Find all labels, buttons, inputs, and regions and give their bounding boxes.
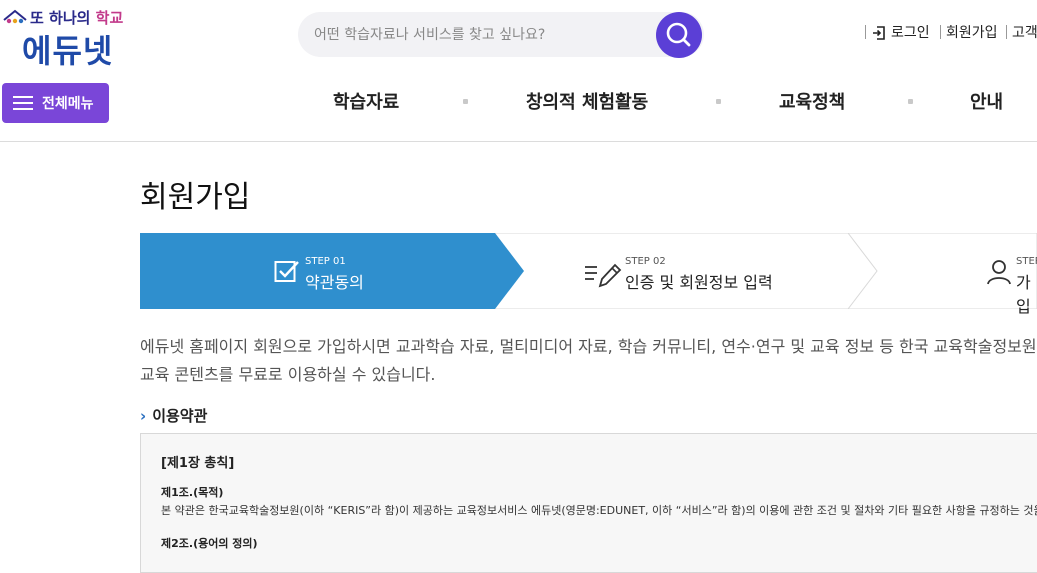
logo-tagline-highlight: 학교 bbox=[95, 9, 124, 27]
util-divider bbox=[940, 25, 941, 39]
terms-article-2-title: 제2조.(용어의 정의) bbox=[161, 537, 258, 550]
edit-icon bbox=[585, 263, 622, 288]
logo-tagline-prefix: 또 하나의 bbox=[30, 9, 96, 27]
terms-heading-label: 이용약관 bbox=[152, 407, 208, 425]
search-input[interactable]: 어떤 학습자료나 서비스를 찾고 싶나요? bbox=[314, 24, 545, 44]
hamburger-icon bbox=[13, 96, 33, 110]
step-1-label: 약관동의 bbox=[305, 273, 364, 292]
checkbox-icon bbox=[274, 261, 299, 282]
terms-heading: › 이용약관 bbox=[140, 405, 207, 426]
step-2-label: 인증 및 회원정보 입력 bbox=[625, 273, 773, 292]
nav-separator bbox=[463, 99, 468, 104]
step-3-label: 가입 bbox=[1016, 273, 1031, 316]
nav-item-activities[interactable]: 창의적 체험활동 bbox=[526, 88, 648, 114]
search-button[interactable] bbox=[656, 12, 702, 58]
step-2-number: STEP 02 bbox=[625, 256, 666, 267]
nav-item-learning[interactable]: 학습자료 bbox=[333, 88, 399, 114]
nav-separator bbox=[908, 99, 913, 104]
logo[interactable]: 에듀넷 bbox=[22, 26, 113, 72]
nav-separator bbox=[716, 99, 721, 104]
login-icon bbox=[873, 26, 885, 40]
step-1-number: STEP 01 bbox=[305, 256, 346, 267]
nav-item-guide[interactable]: 안내 bbox=[970, 88, 1003, 114]
login-link[interactable]: 로그인 bbox=[891, 22, 930, 42]
all-menu-button[interactable]: 전체메뉴 bbox=[2, 83, 109, 123]
util-divider bbox=[1006, 25, 1007, 39]
header-divider bbox=[0, 141, 1037, 142]
intro-text: 에듀넷 홈페이지 회원으로 가입하시면 교과학습 자료, 멀티미디어 자료, 학… bbox=[140, 333, 1037, 389]
terms-chapter: [제1장 총칙] bbox=[161, 456, 235, 471]
search-icon bbox=[666, 22, 691, 47]
chevron-right-icon: › bbox=[140, 407, 147, 425]
step-3-number: STEP bbox=[1016, 256, 1037, 267]
terms-scrollbox[interactable]: [제1장 총칙] 제1조.(목적) 본 약관은 한국교육학술정보원(이하 “KE… bbox=[140, 433, 1037, 573]
terms-article-1-body: 본 약관은 한국교육학술정보원(이하 “KERIS”라 함)이 제공하는 교육정… bbox=[161, 504, 1037, 517]
util-divider bbox=[865, 25, 866, 39]
search-bar[interactable]: 어떤 학습자료나 서비스를 찾고 싶나요? bbox=[298, 12, 704, 58]
customer-center-link[interactable]: 고객 bbox=[1012, 22, 1037, 42]
page-title: 회원가입 bbox=[140, 180, 251, 215]
terms-article-1-title: 제1조.(목적) bbox=[161, 486, 224, 499]
user-icon bbox=[987, 260, 1011, 285]
intro-line-1: 에듀넷 홈페이지 회원으로 가입하시면 교과학습 자료, 멀티미디어 자료, 학… bbox=[140, 337, 1037, 356]
logo-tagline: 또 하나의 학교 bbox=[30, 7, 123, 28]
join-link[interactable]: 회원가입 bbox=[946, 22, 998, 42]
intro-line-2: 교육 콘텐츠를 무료로 이용하실 수 있습니다. bbox=[140, 365, 436, 384]
all-menu-label: 전체메뉴 bbox=[42, 96, 94, 112]
logo-house-icon bbox=[3, 9, 27, 24]
nav-item-policy[interactable]: 교육정책 bbox=[779, 88, 845, 114]
step-indicator: STEP 01 약관동의 STEP 02 인증 및 회원정보 입력 STEP 가… bbox=[140, 233, 1037, 316]
